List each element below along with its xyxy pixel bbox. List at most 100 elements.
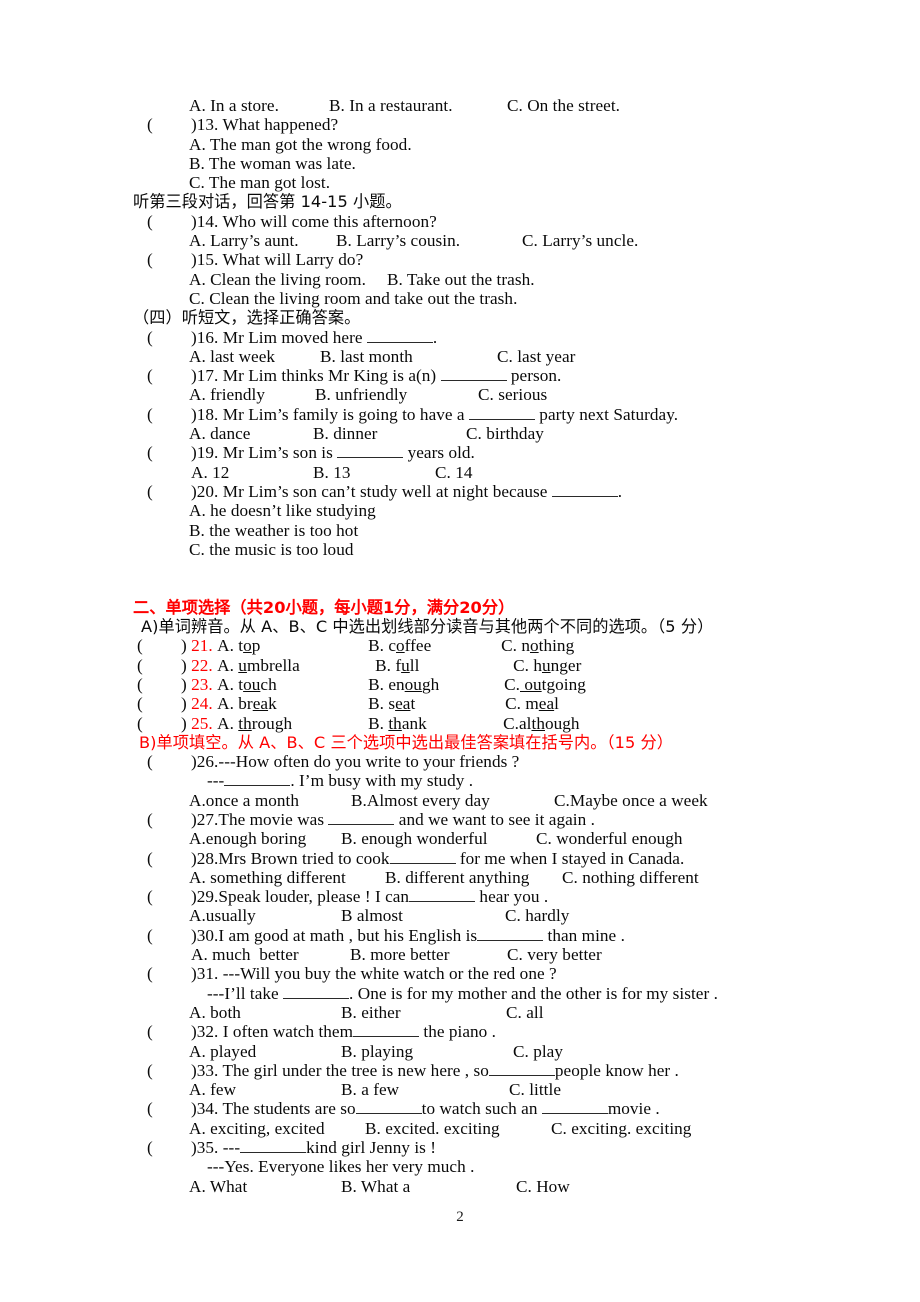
option-a: A. umbrella <box>217 656 375 675</box>
answer-bracket[interactable]: ( <box>147 849 191 868</box>
option-c-post: nger <box>550 655 582 675</box>
answer-bracket[interactable]: ( <box>147 212 191 231</box>
question-number: )30. <box>191 925 219 945</box>
answer-bracket[interactable]: ( <box>147 964 191 983</box>
question-25-row: () 25. A. through B. thank C.although <box>137 713 580 733</box>
reply-text-post: . One is for my mother and the other is … <box>349 983 718 1003</box>
question-text: Mr Lim thinks Mr King is a(n) <box>222 366 441 386</box>
option-c: C. very better <box>507 945 602 965</box>
option-c: C. How <box>516 1176 570 1196</box>
dialogue-3-heading: 听第三段对话，回答第 14-15 小题。 <box>133 192 402 212</box>
option-a: A. What <box>189 1176 248 1196</box>
exam-page: A. In a store. B. In a restaurant. C. On t… <box>0 0 920 1302</box>
answer-bracket[interactable]: ( <box>147 752 191 771</box>
question-text: Mr Lim’s son is <box>222 443 338 463</box>
question-text-tail: . <box>432 327 438 347</box>
fill-blank[interactable] <box>551 495 618 497</box>
question-number: )19. <box>191 443 219 463</box>
fill-blank[interactable] <box>337 457 404 459</box>
answer-bracket[interactable]: ( <box>147 405 191 424</box>
answer-bracket[interactable]: ( <box>137 656 181 675</box>
option-a-pre: A. br <box>217 694 253 714</box>
question-27-options: A.enough boring B. enough wonderful C. won… <box>133 829 833 848</box>
question-number: 22. <box>191 655 213 675</box>
answer-bracket[interactable]: ( <box>147 328 191 347</box>
question-number: )33. <box>191 1060 219 1080</box>
question-number: 21. <box>191 636 213 656</box>
question-text-tail: kind girl Jenny is ! <box>306 1138 437 1158</box>
option-a: A. touch <box>217 675 368 694</box>
option-c-pre: C. <box>504 674 520 694</box>
question-13-option-b: B. The woman was late. <box>189 153 356 173</box>
question-text: The movie was <box>218 809 329 829</box>
question-26-options: A.once a month B.Almost every day C.Maybe … <box>133 791 833 810</box>
answer-bracket[interactable]: ( <box>147 250 191 269</box>
answer-bracket[interactable]: ( <box>147 115 191 134</box>
question-26-reply: --- . I’m busy with my study . <box>133 771 833 790</box>
answer-bracket[interactable]: ( <box>137 694 181 713</box>
option-b-post: ll <box>409 655 420 675</box>
option-b: B. unfriendly <box>315 385 408 405</box>
scanned-sheet: A. In a store. B. In a restaurant. C. On t… <box>0 0 920 1302</box>
question-text: I am good at math , but his English is <box>218 925 478 945</box>
fill-blank[interactable] <box>224 785 291 787</box>
answer-bracket[interactable]: ( <box>137 636 181 655</box>
fill-blank[interactable] <box>477 939 544 941</box>
fill-blank[interactable] <box>283 997 350 999</box>
answer-bracket[interactable]: ( <box>147 1099 191 1118</box>
option-c-underlined: ou <box>520 674 542 694</box>
answer-bracket[interactable]: ( <box>137 675 181 694</box>
fill-blank[interactable] <box>488 1074 555 1076</box>
answer-bracket[interactable]: ( <box>147 1061 191 1080</box>
option-c-underlined: th <box>531 713 545 733</box>
answer-bracket[interactable]: ( <box>147 1138 191 1157</box>
question-35-stem: ()35. --- kind girl Jenny is ! <box>133 1138 833 1157</box>
question-text: What happened? <box>222 115 339 135</box>
question-33-options: A. few B. a few C. little <box>133 1080 833 1099</box>
option-a: A.once a month <box>189 790 300 810</box>
question-number: )20. <box>191 481 219 501</box>
fill-blank[interactable] <box>440 380 507 382</box>
answer-bracket[interactable]: ( <box>147 887 191 906</box>
question-number: )17. <box>191 366 219 386</box>
option-a: A. much better <box>191 945 299 965</box>
question-14-stem: ()14. Who will come this afternoon? <box>133 212 833 231</box>
option-a: A. Clean the living room. <box>189 269 366 289</box>
question-34-stem: ()34. The students are so to watch such a… <box>133 1099 833 1118</box>
question-number: 25. <box>191 713 213 733</box>
answer-bracket[interactable]: ( <box>147 810 191 829</box>
answer-bracket[interactable]: ( <box>147 443 191 462</box>
option-b-post: t <box>410 694 416 714</box>
question-text: Mrs Brown tried to cook <box>218 848 390 868</box>
answer-bracket[interactable]: ( <box>147 926 191 945</box>
fill-blank-2[interactable] <box>541 1113 608 1115</box>
fill-blank[interactable] <box>409 901 476 903</box>
question-text-tail: for me when I stayed in Canada. <box>455 848 685 868</box>
answer-bracket[interactable]: ( <box>147 366 191 385</box>
question-27-stem: ()27.The movie was and we want to see it… <box>133 810 833 829</box>
fill-blank-1[interactable] <box>355 1113 422 1115</box>
fill-blank[interactable] <box>328 823 395 825</box>
question-13-stem: ()13. What happened? <box>133 115 833 134</box>
option-a: A. played <box>189 1041 257 1061</box>
option-b: B. last month <box>320 346 413 366</box>
answer-bracket[interactable]: ( <box>147 1022 191 1041</box>
option-c: C.although <box>503 714 579 733</box>
fill-blank[interactable] <box>240 1152 307 1154</box>
question-32-stem: ()32. I often watch them the piano . <box>133 1022 833 1041</box>
answer-bracket[interactable]: ( <box>137 714 181 733</box>
fill-blank[interactable] <box>366 341 433 343</box>
fill-blank[interactable] <box>389 862 456 864</box>
option-b-post: gh <box>421 674 440 694</box>
option-b: B. playing <box>341 1041 414 1061</box>
answer-bracket[interactable]: ( <box>147 482 191 501</box>
option-c-underlined: u <box>541 655 551 675</box>
fill-blank[interactable] <box>468 418 535 420</box>
option-b-post: ffee <box>404 636 432 656</box>
option-c-underlined: o <box>529 636 539 656</box>
option-b-underlined: ea <box>395 694 411 714</box>
page-number: 2 <box>456 1209 464 1225</box>
option-c-post: tgoing <box>541 674 586 694</box>
option-a-post: mbrella <box>246 655 300 675</box>
fill-blank[interactable] <box>353 1036 420 1038</box>
